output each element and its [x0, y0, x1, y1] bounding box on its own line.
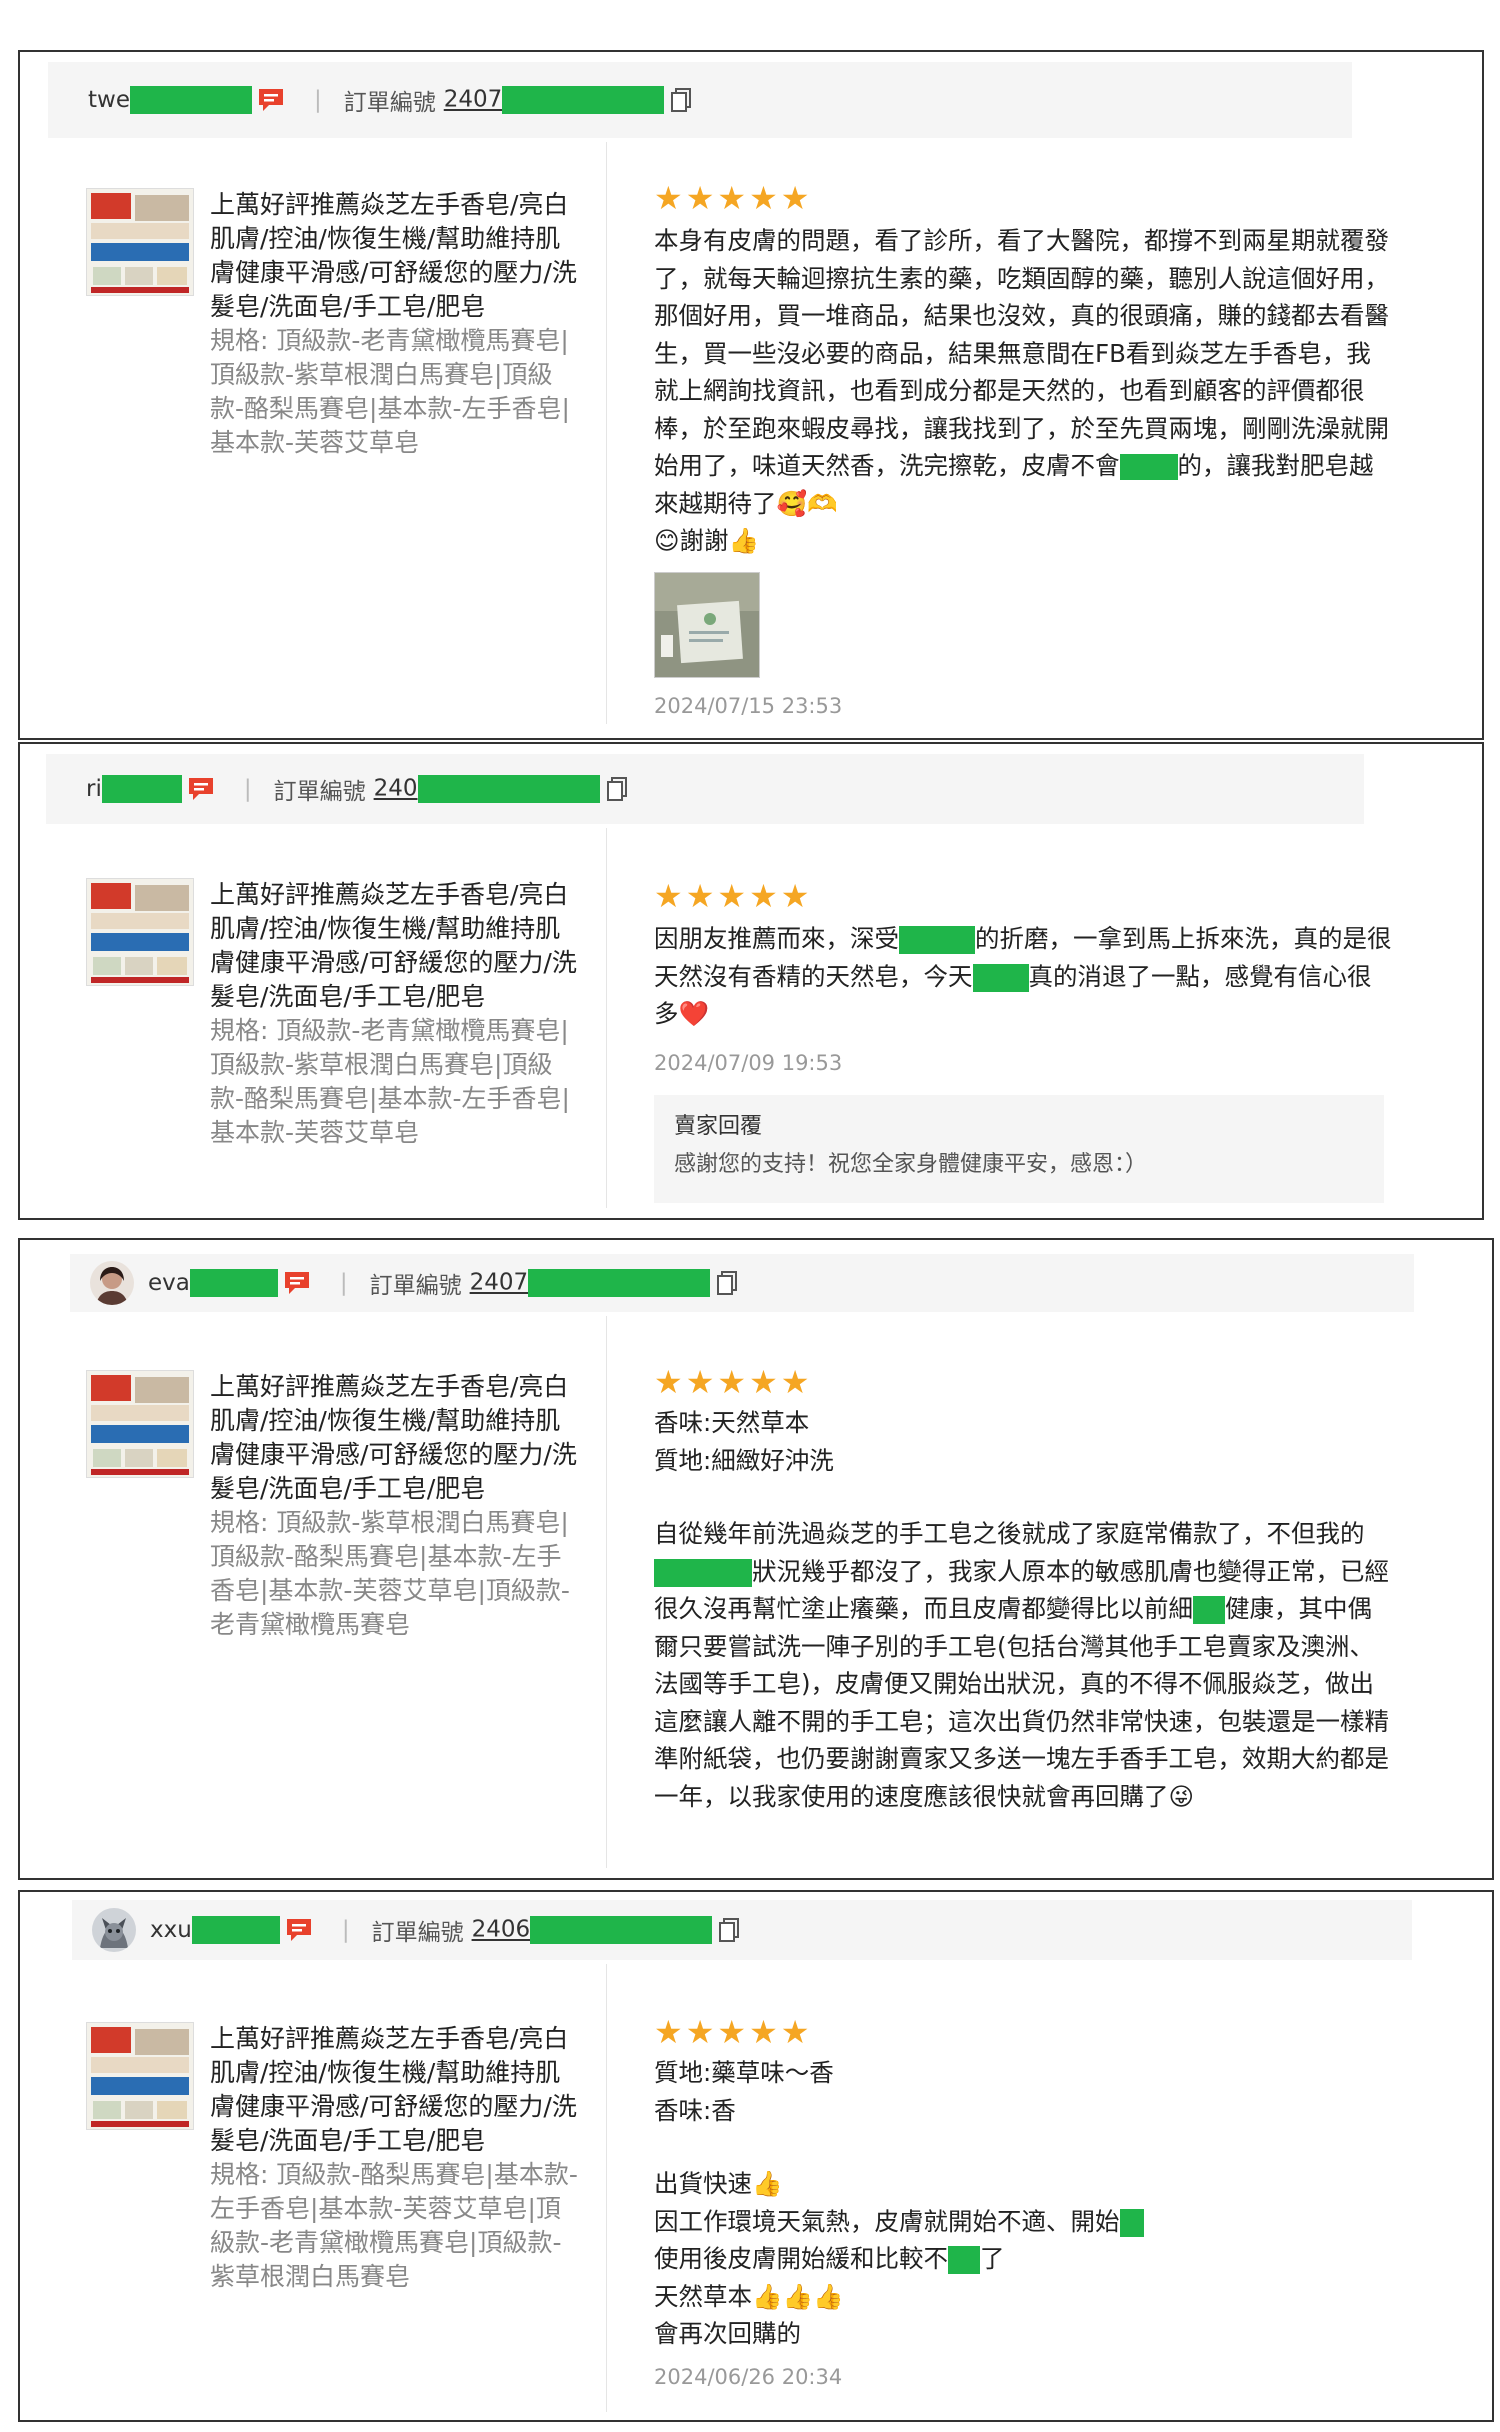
product-title[interactable]: 上萬好評推薦焱芝左手香皂/亮白肌膚/控油/恢復生機/幫助維持肌膚健康平滑感/可舒…	[210, 1370, 580, 1506]
seller-reply-text: 感謝您的支持！祝您全家身體健康平安，感恩：）	[674, 1151, 1148, 1177]
username[interactable]: ri	[86, 776, 102, 802]
product-title[interactable]: 上萬好評推薦焱芝左手香皂/亮白肌膚/控油/恢復生機/幫助維持肌膚健康平滑感/可舒…	[210, 2022, 580, 2158]
header-separator: |	[339, 1270, 348, 1296]
header-separator: |	[313, 87, 322, 113]
product-variant: 規格: 頂級款-老青黛橄欖馬賽皂|頂級款-紫草根潤白馬賽皂|頂級款-酪梨馬賽皂|…	[210, 1016, 570, 1147]
review-text: 本身有皮膚的問題，看了診所，看了大醫院，都撐不到兩星期就覆發了，就每天輪迴擦抗生…	[654, 226, 1389, 555]
review-header: xxu | 訂單編號 2406	[72, 1900, 1412, 1960]
review-text-line: 使用後皮膚開始緩和比較不了	[654, 2244, 1005, 2274]
review-text: 因朋友推薦而來，深受 的折磨，一拿到馬上拆來洗，真的是很天然沒有香精的天然皂，今天…	[654, 924, 1392, 1028]
order-number[interactable]: 2407	[470, 1269, 711, 1297]
review-date: 2024/06/26 20:34	[654, 2364, 843, 2389]
rating-stars: ★★★★★	[654, 2013, 813, 2051]
review-attribute: 香味:天然草本	[654, 1408, 810, 1437]
copy-icon[interactable]	[606, 776, 628, 802]
column-divider	[606, 1316, 607, 1868]
review-attribute: 質地:藥草味～香	[654, 2058, 834, 2087]
rating-stars: ★★★★★	[654, 877, 813, 915]
order-number[interactable]: 2407	[444, 86, 665, 114]
column-divider	[606, 142, 607, 724]
order-number[interactable]: 240	[374, 775, 600, 803]
username[interactable]: xxu	[150, 1917, 192, 1943]
review-header: twe | 訂單編號 2407	[48, 62, 1352, 138]
review-card: xxu | 訂單編號 2406 上萬好評推薦焱芝左手香皂/亮白肌膚/控油/恢復生…	[18, 1890, 1494, 2422]
product-title[interactable]: 上萬好評推薦焱芝左手香皂/亮白肌膚/控油/恢復生機/幫助維持肌膚健康平滑感/可舒…	[210, 188, 580, 324]
review-card: twe | 訂單編號 2407 上萬好評推薦焱芝左手香皂/亮白肌膚/控油/恢復生…	[18, 50, 1484, 740]
review-attribute: 質地:細緻好沖洗	[654, 1445, 834, 1475]
product-thumbnail[interactable]	[86, 188, 194, 296]
product-variant: 規格: 頂級款-紫草根潤白馬賽皂|頂級款-酪梨馬賽皂|基本款-左手香皂|基本款-…	[210, 1508, 570, 1639]
review-text-line: 因工作環境天氣熱，皮膚就開始不適、開始	[654, 2203, 1394, 2241]
rating-stars: ★★★★★	[654, 179, 813, 217]
column-divider	[606, 828, 607, 1208]
review-header: eva | 訂單編號 2407	[70, 1254, 1414, 1312]
redacted-username	[189, 1269, 278, 1297]
chat-icon[interactable]	[186, 775, 216, 803]
copy-icon[interactable]	[670, 87, 692, 113]
review-date: 2024/07/15 23:53	[654, 693, 843, 718]
order-number[interactable]: 2406	[472, 1916, 713, 1944]
review-body: ★★★★★ 質地:藥草味～香 香味:香 出貨快速👍 因工作環境天氣熱，皮膚就開始…	[654, 2014, 1394, 2389]
review-date: 2024/07/09 19:53	[654, 1050, 843, 1075]
seller-reply: 賣家回覆 感謝您的支持！祝您全家身體健康平安，感恩：）	[654, 1094, 1384, 1203]
order-label: 訂單編號	[273, 779, 366, 805]
product-thumbnail[interactable]	[86, 1370, 194, 1478]
review-attribute: 香味:香	[654, 2095, 736, 2125]
column-divider	[606, 1964, 607, 2412]
review-card: eva | 訂單編號 2407 上萬好評推薦焱芝左手香皂/亮白肌膚/控油/恢復生…	[18, 1238, 1494, 1880]
redacted-username	[191, 1916, 280, 1944]
review-text: 自從幾年前洗過焱芝的手工皂之後就成了家庭常備款了，不但我的狀況幾乎都沒了，我家人…	[654, 1519, 1389, 1811]
username[interactable]: twe	[88, 87, 130, 113]
review-body: ★★★★★ 本身有皮膚的問題，看了診所，看了大醫院，都撐不到兩星期就覆發了，就每…	[654, 180, 1394, 718]
user-avatar[interactable]	[90, 1261, 134, 1305]
review-body: ★★★★★ 因朋友推薦而來，深受 的折磨，一拿到馬上拆來洗，真的是很天然沒有香精的…	[654, 878, 1394, 1203]
redacted-username	[101, 775, 182, 803]
seller-reply-title: 賣家回覆	[674, 1113, 763, 1139]
copy-icon[interactable]	[716, 1270, 738, 1296]
redacted-username	[129, 86, 252, 114]
product-thumbnail[interactable]	[86, 878, 194, 986]
product-variant: 規格: 頂級款-老青黛橄欖馬賽皂|頂級款-紫草根潤白馬賽皂|頂級款-酪梨馬賽皂|…	[210, 326, 570, 457]
review-text-line: 會再次回購的	[654, 2319, 801, 2348]
chat-icon[interactable]	[282, 1269, 312, 1297]
review-body: ★★★★★ 香味:天然草本 質地:細緻好沖洗 自從幾年前洗過焱芝的手工皂之後就成…	[654, 1364, 1394, 1815]
order-label: 訂單編號	[369, 1273, 462, 1299]
order-label: 訂單編號	[371, 1920, 464, 1946]
product-title[interactable]: 上萬好評推薦焱芝左手香皂/亮白肌膚/控油/恢復生機/幫助維持肌膚健康平滑感/可舒…	[210, 878, 580, 1014]
review-text-line: 出貨快速👍	[654, 2169, 783, 2198]
review-card: ri | 訂單編號 240 上萬好評推薦焱芝左手香皂/亮白肌膚/控油/恢復生機/…	[18, 742, 1484, 1220]
chat-icon[interactable]	[256, 86, 286, 114]
copy-icon[interactable]	[718, 1917, 740, 1943]
header-separator: |	[341, 1917, 350, 1943]
user-avatar[interactable]	[92, 1908, 136, 1952]
review-text-line: 天然草本👍👍👍	[654, 2281, 844, 2311]
review-photo[interactable]	[654, 571, 760, 678]
order-label: 訂單編號	[343, 90, 436, 116]
username[interactable]: eva	[148, 1270, 190, 1296]
review-header: ri | 訂單編號 240	[46, 754, 1364, 824]
chat-icon[interactable]	[284, 1916, 314, 1944]
header-separator: |	[243, 776, 252, 802]
product-thumbnail[interactable]	[86, 2022, 194, 2130]
rating-stars: ★★★★★	[654, 1363, 813, 1401]
product-variant: 規格: 頂級款-酪梨馬賽皂|基本款-左手香皂|基本款-芙蓉艾草皂|頂級款-老青黛…	[210, 2160, 578, 2291]
